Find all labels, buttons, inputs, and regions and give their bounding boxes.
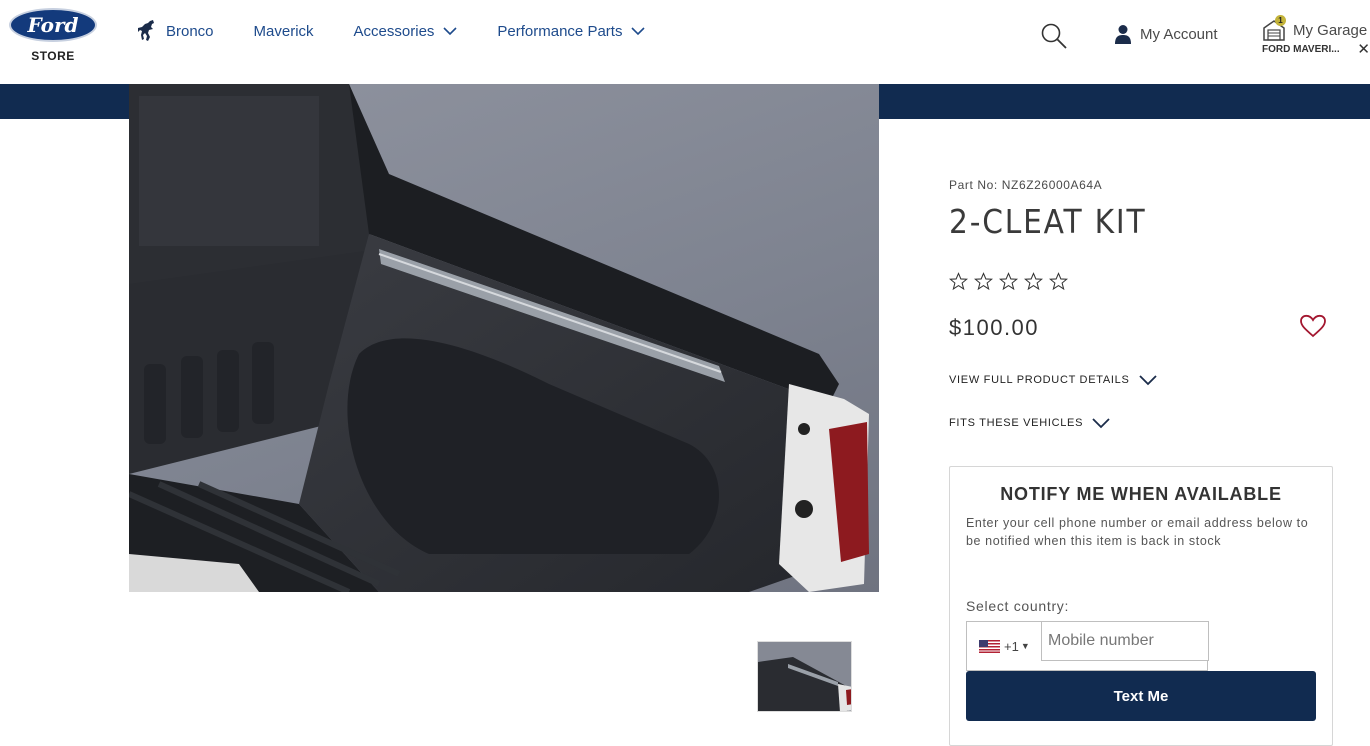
nav-label-performance-parts: Performance Parts	[497, 22, 623, 40]
main-nav: Bronco Maverick Accessories Performance …	[136, 20, 685, 42]
chevron-down-icon	[443, 27, 457, 36]
country-code-select[interactable]: +1 ▼	[967, 622, 1042, 670]
user-icon	[1115, 25, 1131, 44]
garage-icon: 1	[1262, 15, 1286, 42]
us-flag-icon	[979, 639, 1000, 653]
store-label: STORE	[31, 49, 75, 63]
search-icon[interactable]	[1040, 22, 1068, 50]
nav-item-performance-parts[interactable]: Performance Parts	[497, 20, 646, 42]
nav-label-accessories: Accessories	[353, 22, 435, 40]
star-icon	[1048, 272, 1069, 291]
chevron-down-icon	[631, 27, 646, 36]
garage-label: My Garage	[1293, 21, 1368, 39]
view-full-details-toggle[interactable]: VIEW FULL PRODUCT DETAILS	[949, 374, 1157, 386]
text-me-button[interactable]: Text Me	[966, 671, 1316, 721]
product-price: $100.00	[949, 315, 1040, 340]
star-icon	[948, 272, 969, 291]
nav-label-bronco: Bronco	[166, 22, 214, 40]
heart-icon[interactable]	[1299, 314, 1327, 338]
product-title: 2-CLEAT KIT	[949, 202, 1147, 241]
fits-vehicles-label: FITS THESE VEHICLES	[949, 417, 1084, 429]
star-icon	[998, 272, 1019, 291]
site-header: Ford STORE Bronco Maverick Accessories P…	[0, 0, 1370, 84]
nav-item-maverick[interactable]: Maverick	[254, 20, 314, 42]
chevron-down-icon	[1138, 375, 1157, 386]
star-icon	[1023, 272, 1044, 291]
view-full-details-label: VIEW FULL PRODUCT DETAILS	[949, 374, 1130, 386]
bronco-horse-icon	[138, 20, 154, 41]
part-number: Part No: NZ6Z26000A64A	[949, 178, 1103, 192]
nav-label-maverick: Maverick	[253, 22, 314, 40]
fits-vehicles-toggle[interactable]: FITS THESE VEHICLES	[949, 417, 1110, 429]
nav-item-accessories[interactable]: Accessories	[354, 20, 458, 42]
product-info: Part No: NZ6Z26000A64A 2-CLEAT KIT $100.…	[948, 178, 1339, 429]
my-garage[interactable]: 1 My Garage FORD MAVERI... ✕	[1262, 15, 1370, 57]
my-account-link[interactable]: My Account	[1114, 24, 1218, 44]
ford-logo-icon: Ford	[9, 8, 97, 42]
caret-down-icon: ▼	[1020, 641, 1030, 651]
phone-field-group: +1 ▼	[966, 621, 1209, 671]
notify-title: NOTIFY ME WHEN AVAILABLE	[1000, 484, 1282, 504]
close-icon[interactable]: ✕	[1357, 42, 1370, 57]
star-icon	[973, 272, 994, 291]
product-main-image[interactable]	[129, 84, 879, 592]
garage-vehicle-name: FORD MAVERI...	[1262, 44, 1340, 55]
ford-store-logo[interactable]: Ford STORE	[8, 8, 98, 68]
country-code: +1	[1004, 638, 1019, 654]
chevron-down-icon	[1092, 418, 1110, 429]
country-label: Select country:	[966, 598, 1070, 614]
notify-description: Enter your cell phone number or email ad…	[966, 516, 1309, 548]
product-thumbnail[interactable]	[757, 641, 852, 712]
notify-box: NOTIFY ME WHEN AVAILABLE Enter your cell…	[949, 466, 1333, 746]
account-label: My Account	[1140, 25, 1218, 43]
mobile-number-input[interactable]	[1041, 621, 1209, 661]
nav-item-bronco[interactable]: Bronco	[136, 20, 214, 42]
star-rating	[948, 272, 1074, 291]
garage-count-badge: 1	[1275, 15, 1286, 26]
